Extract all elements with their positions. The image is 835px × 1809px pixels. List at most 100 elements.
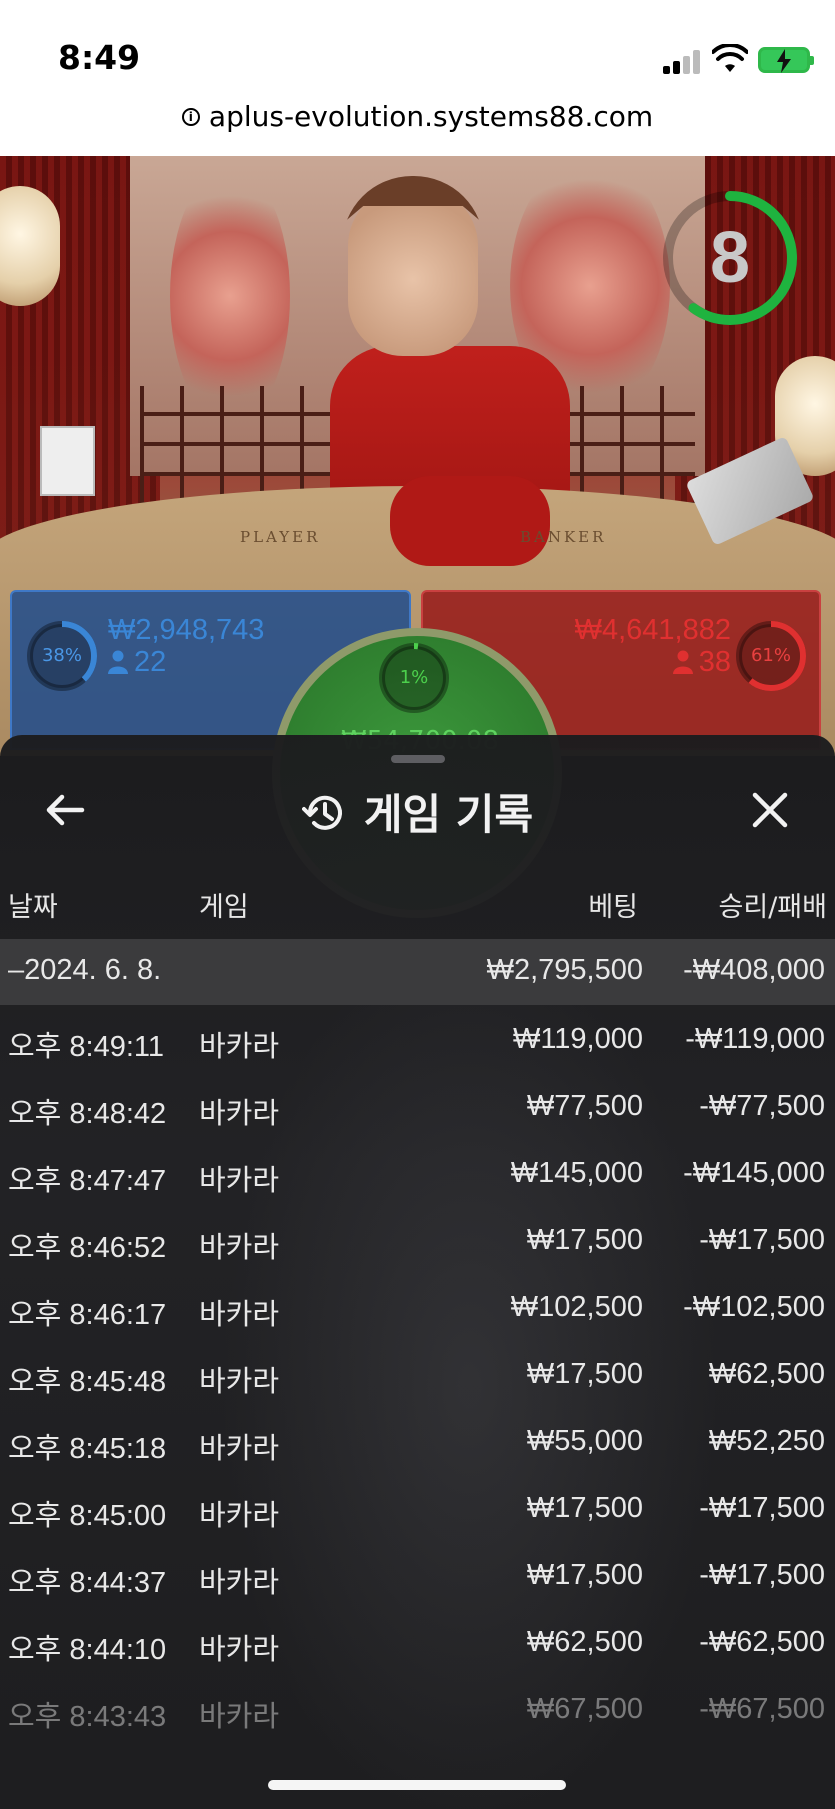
status-bar: 8:49 xyxy=(0,0,835,100)
summary-date: –2024. 6. 8. xyxy=(8,954,162,986)
sheet-title-text: 게임 기록 xyxy=(363,790,534,839)
row-time: 오후 8:46:17 xyxy=(8,1299,167,1331)
game-history-sheet: 게임 기록 날짜 게임 베팅 승리/패배 –2024. 6. 8. ₩2,795… xyxy=(0,735,835,1809)
tie-percent-ring: 1% xyxy=(376,640,452,716)
countdown-timer: 8 xyxy=(660,188,800,328)
sheet-title: 게임 기록 xyxy=(0,781,835,842)
banker-bettor-count: 38 xyxy=(672,646,731,679)
history-row[interactable]: 오후 8:43:43 바카라 ₩67,500 -₩67,500 xyxy=(0,1675,835,1741)
banker-percent-ring: 61% xyxy=(733,618,809,694)
player-bettor-count: 22 xyxy=(108,646,166,679)
row-bet: ₩17,500 xyxy=(526,1559,643,1591)
row-game: 바카라 xyxy=(199,1567,280,1599)
row-time: 오후 8:45:00 xyxy=(8,1500,167,1532)
row-bet: ₩67,500 xyxy=(526,1693,643,1725)
person-icon xyxy=(672,650,693,674)
date-summary-row[interactable]: –2024. 6. 8. ₩2,795,500 -₩408,000 xyxy=(0,939,835,1005)
timer-value: 8 xyxy=(709,218,751,298)
column-header-game[interactable]: 게임 xyxy=(199,885,249,924)
column-header-bet[interactable]: 베팅 xyxy=(588,885,638,924)
row-game: 바카라 xyxy=(199,1500,280,1532)
row-winloss: -₩62,500 xyxy=(699,1626,825,1658)
row-time: 오후 8:45:18 xyxy=(8,1433,167,1465)
history-row[interactable]: 오후 8:45:00 바카라 ₩17,500 -₩17,500 xyxy=(0,1474,835,1540)
row-winloss: -₩77,500 xyxy=(699,1090,825,1122)
history-row[interactable]: 오후 8:47:47 바카라 ₩145,000 -₩145,000 xyxy=(0,1139,835,1205)
history-icon xyxy=(301,795,342,830)
row-time: 오후 8:44:10 xyxy=(8,1634,167,1666)
row-time: 오후 8:49:11 xyxy=(8,1031,165,1063)
battery-charging-icon xyxy=(758,47,814,73)
row-bet: ₩17,500 xyxy=(526,1358,643,1390)
row-game: 바카라 xyxy=(199,1232,280,1264)
player-bettor-count-value: 22 xyxy=(134,646,167,678)
history-row[interactable]: 오후 8:44:10 바카라 ₩62,500 -₩62,500 xyxy=(0,1608,835,1674)
history-row[interactable]: 오후 8:46:17 바카라 ₩102,500 -₩102,500 xyxy=(0,1273,835,1339)
cellular-signal-icon xyxy=(663,50,703,74)
lantern-decor xyxy=(0,186,60,306)
banker-percent: 61% xyxy=(750,645,791,666)
info-icon[interactable]: i xyxy=(181,107,200,126)
url-bar[interactable]: i aplus-evolution.systems88.com xyxy=(0,100,835,156)
row-bet: ₩119,000 xyxy=(512,1023,643,1055)
summary-winloss: -₩408,000 xyxy=(683,954,825,986)
card-holder xyxy=(40,426,95,496)
history-row[interactable]: 오후 8:49:11 바카라 ₩119,000 -₩119,000 xyxy=(0,1005,835,1071)
dealer-arms xyxy=(390,476,550,566)
table-label-player: PLAYER xyxy=(240,528,321,546)
row-winloss: ₩62,500 xyxy=(708,1358,825,1390)
row-game: 바카라 xyxy=(199,1366,280,1398)
tie-percent: 1% xyxy=(399,667,429,688)
row-bet: ₩145,000 xyxy=(510,1157,643,1189)
row-winloss: -₩102,500 xyxy=(683,1291,825,1323)
wifi-icon xyxy=(712,44,748,72)
sheet-drag-handle[interactable] xyxy=(391,755,445,763)
row-bet: ₩55,000 xyxy=(526,1425,643,1457)
row-winloss: -₩145,000 xyxy=(683,1157,825,1189)
player-percent: 38% xyxy=(41,645,82,666)
row-game: 바카라 xyxy=(199,1433,280,1465)
row-game: 바카라 xyxy=(199,1031,280,1063)
row-game: 바카라 xyxy=(199,1165,280,1197)
home-indicator[interactable] xyxy=(268,1780,566,1790)
person-icon xyxy=(108,650,128,674)
row-bet: ₩17,500 xyxy=(526,1224,643,1256)
history-row[interactable]: 오후 8:48:42 바카라 ₩77,500 -₩77,500 xyxy=(0,1072,835,1138)
row-winloss: ₩52,250 xyxy=(708,1425,825,1457)
summary-bet: ₩2,795,500 xyxy=(486,954,643,986)
row-game: 바카라 xyxy=(199,1634,280,1666)
row-bet: ₩17,500 xyxy=(526,1492,643,1524)
row-game: 바카라 xyxy=(199,1098,280,1130)
column-header-date[interactable]: 날짜 xyxy=(8,885,58,924)
status-time: 8:49 xyxy=(58,38,141,77)
row-bet: ₩102,500 xyxy=(510,1291,643,1323)
row-bet: ₩62,500 xyxy=(526,1626,643,1658)
table-label-banker: BANKER xyxy=(520,528,607,546)
row-time: 오후 8:48:42 xyxy=(8,1098,167,1130)
history-row[interactable]: 오후 8:44:37 바카라 ₩17,500 -₩17,500 xyxy=(0,1541,835,1607)
row-winloss: -₩119,000 xyxy=(685,1023,825,1055)
player-bet-amount: ₩2,948,743 xyxy=(108,614,265,646)
row-game: 바카라 xyxy=(199,1701,280,1733)
history-row[interactable]: 오후 8:46:52 바카라 ₩17,500 -₩17,500 xyxy=(0,1206,835,1272)
close-icon[interactable] xyxy=(745,785,795,835)
row-winloss: -₩67,500 xyxy=(699,1693,825,1725)
row-winloss: -₩17,500 xyxy=(699,1224,825,1256)
row-time: 오후 8:44:37 xyxy=(8,1567,167,1599)
column-header-winloss[interactable]: 승리/패배 xyxy=(719,885,827,924)
row-time: 오후 8:45:48 xyxy=(8,1366,167,1398)
row-bet: ₩77,500 xyxy=(526,1090,643,1122)
history-row[interactable]: 오후 8:45:18 바카라 ₩55,000 ₩52,250 xyxy=(0,1407,835,1473)
row-game: 바카라 xyxy=(199,1299,280,1331)
banker-bet-amount: ₩4,641,882 xyxy=(574,614,731,646)
row-winloss: -₩17,500 xyxy=(699,1559,825,1591)
url-text: aplus-evolution.systems88.com xyxy=(208,100,654,133)
banker-bettor-count-value: 38 xyxy=(698,646,731,678)
history-row[interactable]: 오후 8:45:48 바카라 ₩17,500 ₩62,500 xyxy=(0,1340,835,1406)
player-percent-ring: 38% xyxy=(24,618,100,694)
dealer-head xyxy=(348,186,478,356)
row-time: 오후 8:46:52 xyxy=(8,1232,167,1264)
row-time: 오후 8:47:47 xyxy=(8,1165,167,1197)
row-time: 오후 8:43:43 xyxy=(8,1701,167,1733)
row-winloss: -₩17,500 xyxy=(699,1492,825,1524)
